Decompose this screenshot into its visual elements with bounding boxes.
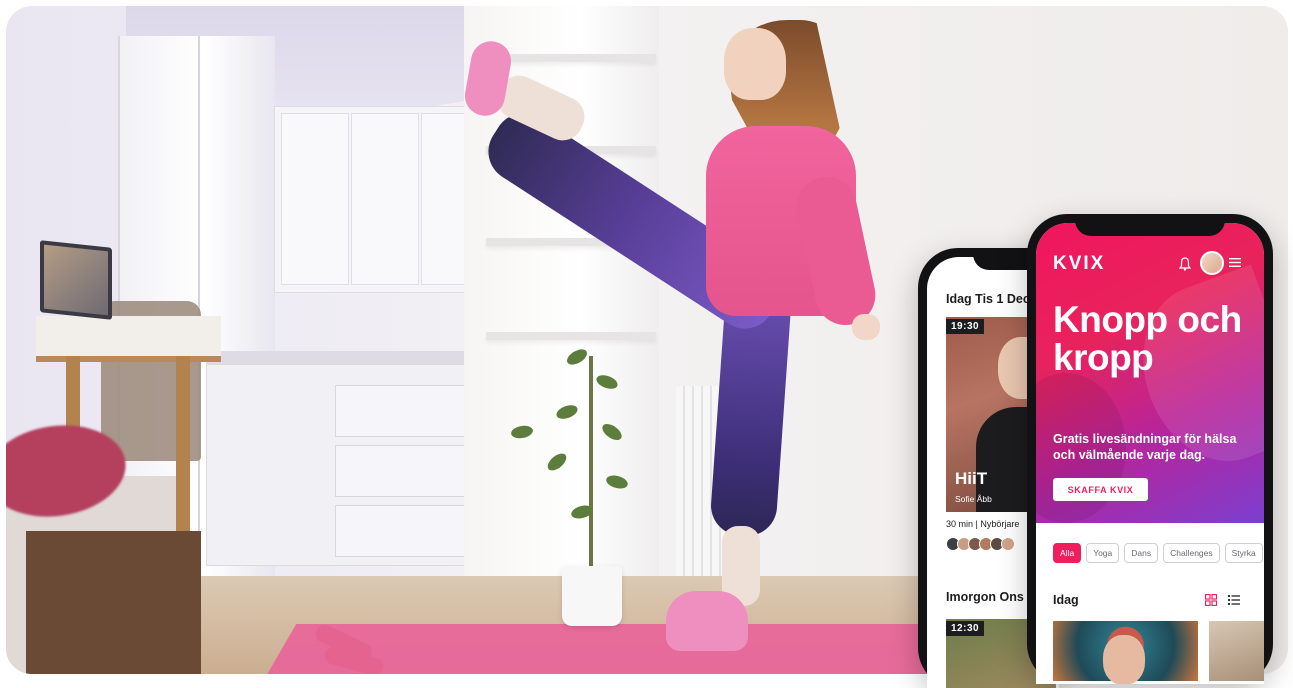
chip-challenges[interactable]: Challenges <box>1163 543 1220 563</box>
desk-leg <box>176 356 190 536</box>
desk <box>36 316 221 362</box>
chip-yoga[interactable]: Yoga <box>1086 543 1120 563</box>
cabinet-door <box>351 113 419 285</box>
upper-cabinets <box>274 106 491 293</box>
hero-banner: KVIX Knopp och kropp Gratis livesändning… <box>1036 223 1264 523</box>
chip-dans[interactable]: Dans <box>1124 543 1159 563</box>
shelf <box>486 332 656 340</box>
app-screen: KVIX Knopp och kropp Gratis livesändning… <box>1036 223 1264 684</box>
class-meta: 30 min | Nybörjare <box>946 519 1020 529</box>
chip-styrka[interactable]: Styrka <box>1224 543 1263 563</box>
app-phone: KVIX Knopp och kropp Gratis livesändning… <box>1027 214 1273 684</box>
get-kvix-button[interactable]: SKAFFA KVIX <box>1053 478 1148 501</box>
woman-hand <box>852 314 880 340</box>
hero-headline: Knopp och kropp <box>1053 299 1242 378</box>
lower-cabinets <box>206 364 493 566</box>
plant-pot <box>562 566 622 626</box>
day-heading: Idag Tis 1 Dec <box>946 292 1030 306</box>
plant <box>589 356 593 571</box>
bell-icon[interactable] <box>1179 257 1191 271</box>
day-heading: Imorgon Ons 2 <box>946 590 1035 604</box>
class-title: HiiT <box>955 469 988 488</box>
class-time: 19:30 <box>946 319 985 334</box>
sofa-frame <box>26 531 201 674</box>
grid-view-icon[interactable] <box>1205 594 1217 606</box>
avatar[interactable] <box>1200 251 1224 275</box>
class-card[interactable] <box>1209 621 1264 681</box>
participant-avatars <box>946 537 1015 551</box>
chip-alla[interactable]: Alla <box>1053 543 1082 563</box>
fridge-edge <box>198 36 200 566</box>
countertop <box>206 351 496 365</box>
phone-notch <box>1075 214 1225 236</box>
class-card[interactable] <box>1053 621 1198 684</box>
class-instructor: Sofie Åbb <box>955 494 992 504</box>
section-title: Idag <box>1053 593 1079 607</box>
woman-sock <box>666 591 748 651</box>
hero-tagline: Gratis livesändningar för hälsa och välm… <box>1053 432 1237 462</box>
category-filter: Alla Yoga Dans Challenges Styrka <box>1053 543 1263 563</box>
shelf <box>486 54 656 62</box>
menu-icon[interactable] <box>1229 257 1241 268</box>
cabinet-door <box>281 113 349 285</box>
laptop <box>40 240 112 320</box>
class-time: 12:30 <box>946 621 985 636</box>
kvix-logo[interactable]: KVIX <box>1053 253 1105 275</box>
list-view-icon[interactable] <box>1228 594 1240 606</box>
woman-head <box>724 28 786 100</box>
